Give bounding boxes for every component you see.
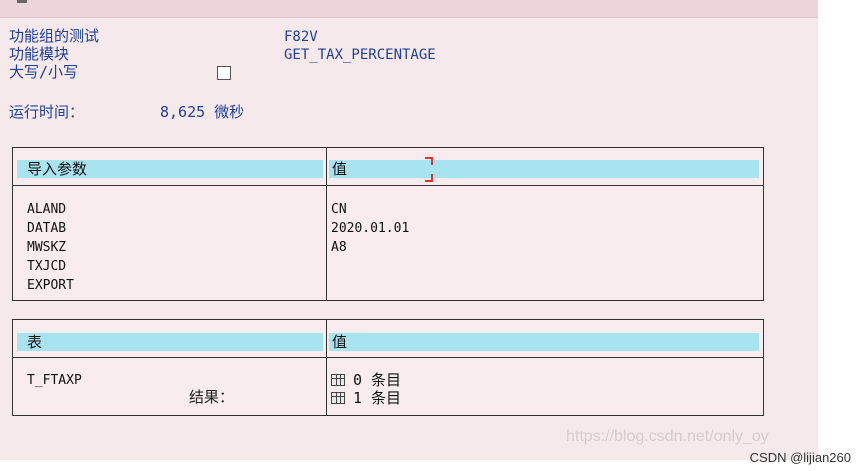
function-group-label: 功能组的测试: [9, 27, 100, 45]
value-aland[interactable]: CN: [331, 200, 409, 219]
header-divider: [13, 357, 763, 358]
import-param-header: 导入参数: [17, 160, 323, 178]
param-datab: DATAB: [27, 221, 67, 236]
import-value-list: CN 2020.01.01 A8: [331, 200, 409, 295]
import-value-header-label: 值: [332, 160, 348, 178]
result-label: 结果：: [189, 388, 235, 406]
param-txjcd: TXJCD: [27, 259, 67, 274]
table-entry-counts: 0 条目 1 条目: [331, 371, 401, 407]
focus-corner-br: [425, 174, 433, 182]
tables-name-header: 表: [17, 333, 323, 351]
table-icon: [331, 374, 345, 386]
param-aland: ALAND: [27, 202, 67, 217]
column-divider: [326, 148, 327, 300]
function-group-value: F82V: [284, 29, 318, 45]
focus-corner-tr: [425, 157, 433, 165]
column-divider: [326, 320, 327, 415]
function-module-value: GET_TAX_PERCENTAGE: [284, 47, 436, 63]
entries-after-row[interactable]: 1 条目: [331, 389, 401, 407]
watermark-url: https://blog.csdn.net/only_oy: [566, 428, 769, 445]
param-export: EXPORT: [27, 278, 74, 293]
value-txjcd[interactable]: [331, 257, 409, 276]
import-param-list: ALAND DATAB MWSKZ TXJCD EXPORT: [27, 200, 74, 295]
tables-value-header: 值: [329, 333, 759, 351]
value-export[interactable]: [331, 276, 409, 295]
import-value-header[interactable]: 值: [329, 160, 759, 178]
table-icon: [331, 392, 345, 404]
value-mwskz[interactable]: A8: [331, 238, 409, 257]
value-datab[interactable]: 2020.01.01: [331, 219, 409, 238]
author-credit: CSDN @lijian260: [749, 450, 851, 465]
function-module-label: 功能模块: [9, 45, 70, 63]
table-name-cell: T_FTAXP: [27, 373, 82, 388]
param-mwskz: MWSKZ: [27, 240, 67, 255]
top-bar: [0, 0, 818, 18]
runtime-label: 运行时间：: [9, 103, 85, 121]
header-divider: [13, 185, 763, 186]
function-builder-panel: 功能组的测试 F82V 功能模块 GET_TAX_PERCENTAGE 大写/小…: [0, 0, 818, 460]
entries-before-row[interactable]: 0 条目: [331, 371, 401, 389]
topbar-mark: [17, 0, 27, 3]
runtime-value: 8,625 微秒: [160, 103, 245, 121]
tables-table: 表 值 T_FTAXP 结果： 0 条目 1 条目: [12, 319, 764, 416]
case-checkbox[interactable]: [217, 66, 231, 80]
case-label: 大写/小写: [9, 63, 79, 81]
entries-after-count: 1 条目: [353, 389, 402, 407]
entries-before-count: 0 条目: [353, 371, 402, 389]
import-parameters-table: 导入参数 值 ALAND DATAB MWSKZ TXJCD EXPORT CN…: [12, 147, 764, 301]
